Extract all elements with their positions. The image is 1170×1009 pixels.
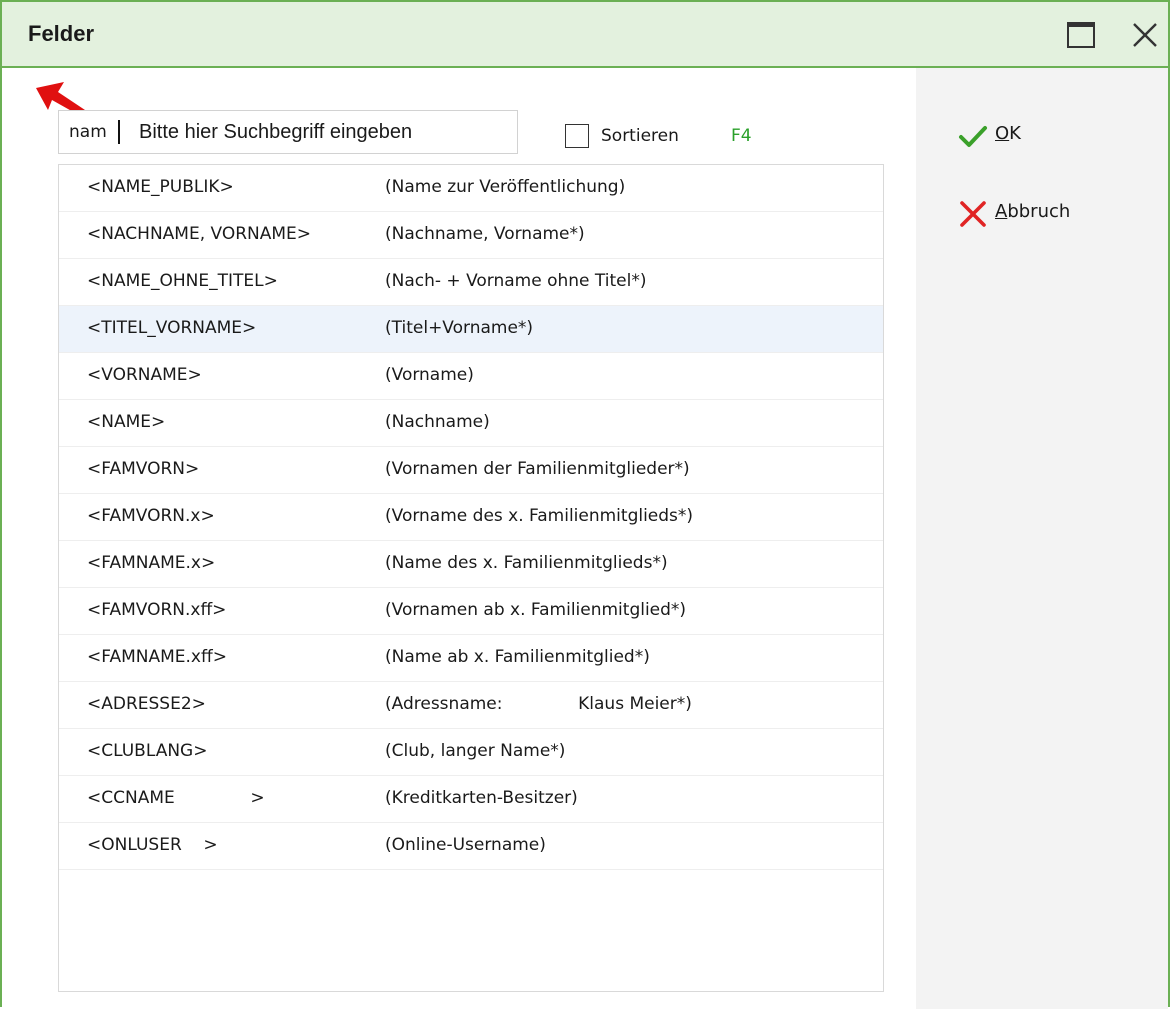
field-placeholder-name: <NACHNAME, VORNAME> [87,224,312,244]
list-item[interactable]: <FAMNAME.xff> (Name ab x. Familienmitglie… [59,635,883,682]
list-item[interactable]: <NAME_PUBLIK> (Name zur Veröffentlichung) [59,165,883,212]
field-placeholder-name: <NAME_PUBLIK> [87,177,234,197]
field-placeholder-name: <NAME> [87,412,166,432]
list-item[interactable]: <CLUBLANG> (Club, langer Name*) [59,729,883,776]
field-placeholder-name: <ONLUSER > [87,835,218,855]
ok-mnemonic: O [995,123,1010,144]
field-description: (Nachname) [385,412,490,432]
field-placeholder-name: <NAME_OHNE_TITEL> [87,271,278,291]
search-value: nam [69,122,107,142]
list-item[interactable]: <ONLUSER > (Online-Username) [59,823,883,870]
list-item[interactable]: <CCNAME > (Kreditkarten-Besitzer) [59,776,883,823]
cancel-label-rest: bbruch [1007,201,1071,222]
field-description: (Name des x. Familienmitglieds*) [385,553,668,573]
field-placeholder-name: <FAMVORN> [87,459,200,479]
cancel-button[interactable]: Abbruch [958,196,1138,230]
field-placeholder-name: <FAMVORN.xff> [87,600,227,620]
maximize-button[interactable] [1064,18,1098,52]
field-placeholder-name: <FAMNAME.x> [87,553,216,573]
sort-label[interactable]: Sortieren [601,126,679,146]
field-placeholder-name: <FAMVORN.x> [87,506,215,526]
sort-shortcut-hint: F4 [731,126,752,146]
list-item[interactable]: <NAME> (Nachname) [59,400,883,447]
field-placeholder-name: <CLUBLANG> [87,741,208,761]
cancel-label: Abbruch [995,201,1070,222]
close-icon [1133,23,1157,47]
field-description: (Club, langer Name*) [385,741,566,761]
list-item[interactable]: <FAMVORN.x> (Vorname des x. Familienmitgl… [59,494,883,541]
field-description: (Vorname des x. Familienmitglieds*) [385,506,694,526]
sort-checkbox[interactable] [565,124,589,148]
field-description: (Nach- + Vorname ohne Titel*) [385,271,647,291]
list-item[interactable]: <NAME_OHNE_TITEL> (Nach- + Vorname ohne T… [59,259,883,306]
field-placeholder-name: <VORNAME> [87,365,202,385]
field-placeholder-name: <FAMNAME.xff> [87,647,227,667]
field-description: (Kreditkarten-Besitzer) [385,788,578,808]
ok-label: OK [995,123,1021,144]
main-content: nam Bitte hier Suchbegriff eingeben Sort… [2,68,916,1009]
field-placeholder-name: <ADRESSE2> [87,694,206,714]
title-bar[interactable]: Felder [2,2,1168,68]
cancel-mnemonic: A [995,201,1008,222]
field-description: (Adressname: Klaus Meier*) [385,694,692,714]
field-list[interactable]: <NAME_PUBLIK> (Name zur Veröffentlichung)… [58,164,884,992]
list-item[interactable]: <TITEL_VORNAME> (Titel+Vorname*) [59,306,883,353]
ok-button[interactable]: OK [958,118,1138,152]
close-button[interactable] [1128,18,1162,52]
text-caret [118,120,120,144]
fields-dialog: Felder nam Bitte hier Suchbegriff eingeb… [0,0,1170,1009]
field-description: (Vorname) [385,365,474,385]
field-placeholder-name: <CCNAME > [87,788,265,808]
list-item[interactable]: <VORNAME> (Vorname) [59,353,883,400]
list-item[interactable]: <FAMNAME.x> (Name des x. Familienmitglied… [59,541,883,588]
list-item[interactable]: <FAMVORN> (Vornamen der Familienmitgliede… [59,447,883,494]
search-placeholder: Bitte hier Suchbegriff eingeben [139,121,413,143]
list-item[interactable]: <ADRESSE2> (Adressname: Klaus Meier*) [59,682,883,729]
checkmark-icon [959,126,987,147]
field-description: (Titel+Vorname*) [385,318,534,338]
maximize-icon [1067,22,1095,48]
ok-label-rest: K [1009,123,1021,144]
field-description: (Nachname, Vorname*) [385,224,585,244]
cross-icon [960,201,986,227]
field-placeholder-name: <TITEL_VORNAME> [87,318,257,338]
field-description: (Vornamen ab x. Familienmitglied*) [385,600,687,620]
field-description: (Online-Username) [385,835,546,855]
list-item[interactable]: <NACHNAME, VORNAME> (Nachname, Vorname*) [59,212,883,259]
field-description: (Name zur Veröffentlichung) [385,177,626,197]
dialog-title: Felder [28,21,95,46]
field-description: (Vornamen der Familienmitglieder*) [385,459,690,479]
list-item[interactable]: <FAMVORN.xff> (Vornamen ab x. Familienmit… [59,588,883,635]
search-input[interactable]: nam Bitte hier Suchbegriff eingeben [58,110,518,154]
field-description: (Name ab x. Familienmitglied*) [385,647,650,667]
